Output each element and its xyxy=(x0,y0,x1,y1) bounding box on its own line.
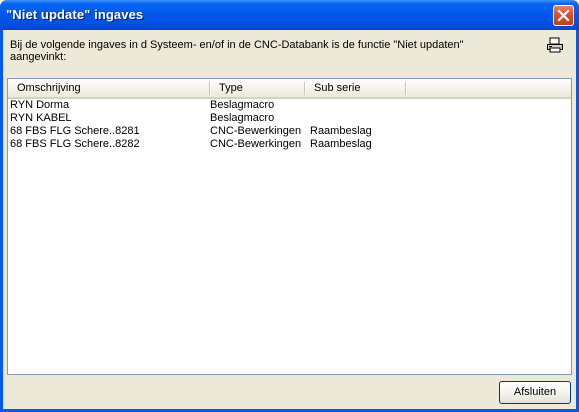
cell-sub-serie: Raambeslag xyxy=(310,138,372,150)
cell-type: CNC-Bewerkingen xyxy=(210,138,302,150)
list-row[interactable]: RYN Dorma Beslagmacro xyxy=(8,99,571,112)
list-row[interactable]: 68 FBS FLG Schere..8281 CNC-Bewerkingen … xyxy=(8,125,571,138)
column-header-omschrijving[interactable]: Omschrijving xyxy=(8,79,209,97)
intro-text: Bij de volgende ingaves in d Systeem- en… xyxy=(10,39,464,63)
cell-type: CNC-Bewerkingen xyxy=(210,125,302,137)
cell-omschrijving: RYN KABEL xyxy=(10,112,72,124)
list-rows: RYN Dorma Beslagmacro RYN KABEL Beslagma… xyxy=(8,99,571,151)
column-header-sub-serie[interactable]: Sub serie xyxy=(305,79,405,97)
printer-icon[interactable] xyxy=(546,37,564,53)
column-header-type[interactable]: Type xyxy=(210,79,304,97)
ingaves-list[interactable]: Omschrijving Type Sub serie RYN Dorma Be… xyxy=(7,78,572,375)
cell-sub-serie: Raambeslag xyxy=(310,125,372,137)
cell-omschrijving: RYN Dorma xyxy=(10,99,70,111)
close-icon xyxy=(557,9,570,22)
list-row[interactable]: 68 FBS FLG Schere..8282 CNC-Bewerkingen … xyxy=(8,138,571,151)
window-close-button[interactable] xyxy=(553,5,574,26)
dialog-window: "Niet update" ingaves Bij de volgende in… xyxy=(0,0,579,412)
cell-omschrijving: 68 FBS FLG Schere..8281 xyxy=(10,125,140,137)
title-bar[interactable]: "Niet update" ingaves xyxy=(0,0,579,30)
dialog-body: Bij de volgende ingaves in d Systeem- en… xyxy=(3,30,576,409)
list-row[interactable]: RYN KABEL Beslagmacro xyxy=(8,112,571,125)
cell-omschrijving: 68 FBS FLG Schere..8282 xyxy=(10,138,140,150)
afsluiten-button[interactable]: Afsluiten xyxy=(499,381,571,404)
cell-type: Beslagmacro xyxy=(210,99,275,111)
column-separator[interactable] xyxy=(405,82,406,95)
cell-type: Beslagmacro xyxy=(210,112,275,124)
window-title: "Niet update" ingaves xyxy=(6,7,144,22)
list-header: Omschrijving Type Sub serie xyxy=(8,79,571,99)
